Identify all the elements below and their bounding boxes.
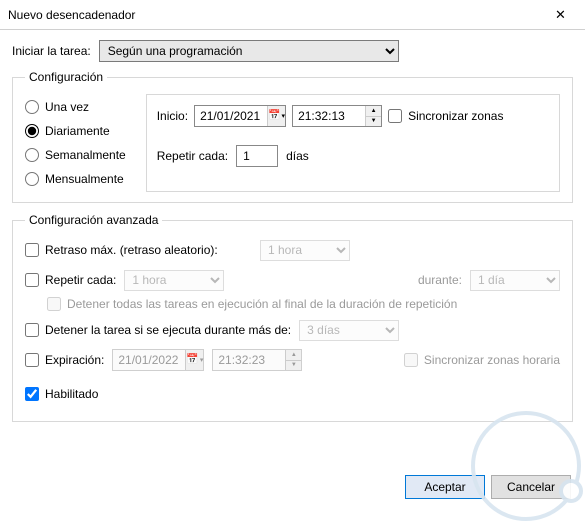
cancel-button[interactable]: Cancelar <box>491 475 571 499</box>
delay-checkbox[interactable]: Retraso máx. (retraso aleatorio): <box>25 243 218 257</box>
recur-days-input[interactable]: 1 <box>236 145 278 167</box>
titlebar: Nuevo desencadenador ✕ <box>0 0 585 30</box>
radio-monthly-input[interactable] <box>25 172 39 186</box>
advanced-legend: Configuración avanzada <box>25 213 162 227</box>
repeat-checkbox[interactable]: Repetir cada: <box>25 273 116 287</box>
window-title: Nuevo desencadenador <box>8 8 135 22</box>
expire-date-picker: 21/01/2022 📅▾ <box>112 349 204 371</box>
start-time-picker[interactable]: 21:32:13 ▲▼ <box>292 105 382 127</box>
stop-after-input[interactable] <box>25 323 39 337</box>
time-spinner[interactable]: ▲▼ <box>365 106 381 126</box>
start-time-value: 21:32:13 <box>293 106 365 126</box>
sync-tz-checkbox: Sincronizar zonas horaria <box>404 353 560 367</box>
expire-input[interactable] <box>25 353 39 367</box>
recur-label: Repetir cada: <box>157 149 228 163</box>
start-label: Inicio: <box>157 109 188 123</box>
repeat-select: 1 hora <box>124 270 224 291</box>
spin-up-icon: ▲ <box>286 350 301 361</box>
recur-unit: días <box>286 149 309 163</box>
enabled-input[interactable] <box>25 387 39 401</box>
time-spinner: ▲▼ <box>285 350 301 370</box>
radio-weekly[interactable]: Semanalmente <box>25 148 126 162</box>
schedule-details: Inicio: 21/01/2021 📅▾ 21:32:13 ▲▼ Sincro… <box>146 94 560 192</box>
radio-daily[interactable]: Diariamente <box>25 124 126 138</box>
repeat-input[interactable] <box>25 273 39 287</box>
stop-after-label: Detener la tarea si se ejecuta durante m… <box>45 323 291 337</box>
radio-monthly[interactable]: Mensualmente <box>25 172 126 186</box>
sync-zones-checkbox[interactable]: Sincronizar zonas <box>388 109 503 123</box>
close-icon: ✕ <box>555 7 566 23</box>
delay-label: Retraso máx. (retraso aleatorio): <box>45 243 218 257</box>
schedule-radios: Una vez Diariamente Semanalmente Mensual… <box>25 94 126 192</box>
radio-weekly-label: Semanalmente <box>45 148 126 162</box>
begin-task-select[interactable]: Según una programación <box>99 40 399 62</box>
expire-label: Expiración: <box>45 353 104 367</box>
sync-tz-input <box>404 353 418 367</box>
sync-zones-label: Sincronizar zonas <box>408 109 503 123</box>
close-button[interactable]: ✕ <box>538 1 583 29</box>
stop-end-input <box>47 297 61 311</box>
start-date-value: 21/01/2021 <box>195 106 267 126</box>
start-date-picker[interactable]: 21/01/2021 📅▾ <box>194 105 286 127</box>
sync-tz-label: Sincronizar zonas horaria <box>424 353 560 367</box>
dialog-content: Iniciar la tarea: Según una programación… <box>0 30 585 422</box>
delay-select: 1 hora <box>260 240 350 261</box>
radio-once-input[interactable] <box>25 100 39 114</box>
radio-daily-label: Diariamente <box>45 124 110 138</box>
stop-end-label: Detener todas las tareas en ejecución al… <box>67 297 457 311</box>
watermark-icon <box>471 411 581 521</box>
ok-button[interactable]: Aceptar <box>405 475 485 499</box>
spin-down-icon[interactable]: ▼ <box>366 117 381 127</box>
radio-once-label: Una vez <box>45 100 89 114</box>
spin-down-icon: ▼ <box>286 361 301 371</box>
stop-end-checkbox: Detener todas las tareas en ejecución al… <box>47 297 560 311</box>
expire-date-value: 21/01/2022 <box>113 350 185 370</box>
repeat-label: Repetir cada: <box>45 273 116 287</box>
advanced-group: Configuración avanzada Retraso máx. (ret… <box>12 213 573 422</box>
expire-checkbox[interactable]: Expiración: <box>25 353 104 367</box>
delay-input[interactable] <box>25 243 39 257</box>
calendar-icon[interactable]: 📅▾ <box>267 106 285 126</box>
radio-weekly-input[interactable] <box>25 148 39 162</box>
begin-task-row: Iniciar la tarea: Según una programación <box>12 40 573 62</box>
dialog-footer: Aceptar Cancelar <box>405 475 571 499</box>
stop-after-checkbox[interactable]: Detener la tarea si se ejecuta durante m… <box>25 323 291 337</box>
radio-daily-input[interactable] <box>25 124 39 138</box>
sync-zones-input[interactable] <box>388 109 402 123</box>
begin-task-label: Iniciar la tarea: <box>12 44 91 58</box>
settings-legend: Configuración <box>25 70 107 84</box>
settings-group: Configuración Una vez Diariamente Semana… <box>12 70 573 203</box>
expire-time-value: 21:32:23 <box>213 350 285 370</box>
spin-up-icon[interactable]: ▲ <box>366 106 381 117</box>
calendar-icon: 📅▾ <box>185 350 203 370</box>
duration-label: durante: <box>418 273 462 287</box>
stop-after-select: 3 días <box>299 320 399 341</box>
enabled-checkbox[interactable]: Habilitado <box>25 387 98 401</box>
radio-once[interactable]: Una vez <box>25 100 126 114</box>
duration-select: 1 día <box>470 270 560 291</box>
expire-time-picker: 21:32:23 ▲▼ <box>212 349 302 371</box>
radio-monthly-label: Mensualmente <box>45 172 124 186</box>
enabled-label: Habilitado <box>45 387 98 401</box>
